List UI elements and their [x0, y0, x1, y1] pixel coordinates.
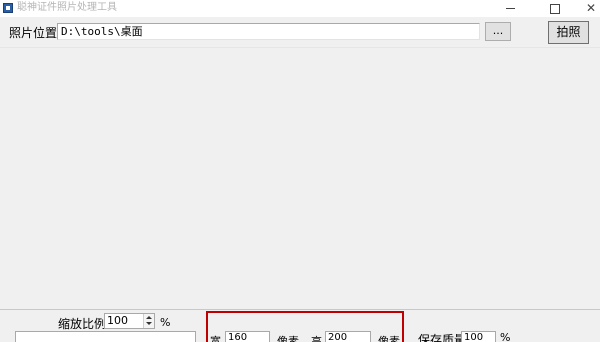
browse-button[interactable]: ... — [485, 22, 511, 41]
height-input[interactable]: 200 — [325, 331, 371, 342]
save-quality-unit: % — [500, 331, 511, 342]
zoom-spin-buttons[interactable] — [143, 314, 154, 328]
capture-button[interactable]: 拍照 — [548, 21, 589, 44]
width-input[interactable]: 160 — [225, 331, 270, 342]
photo-path-input[interactable]: D:\tools\桌面 — [57, 23, 480, 40]
height-unit: 像素 — [378, 335, 400, 342]
photo-location-label: 照片位置 — [9, 26, 58, 40]
save-quality-input[interactable]: 100 — [461, 331, 496, 342]
spin-up-icon[interactable] — [146, 316, 152, 319]
zoom-label: 缩放比例 — [58, 317, 107, 331]
preview-divider — [0, 47, 600, 310]
maximize-button[interactable] — [537, 0, 573, 17]
width-label: 宽 — [210, 335, 221, 342]
window-title: 聪神证件照片处理工具 — [17, 2, 117, 13]
spin-down-icon[interactable] — [146, 322, 152, 325]
height-label: 高 — [311, 335, 322, 342]
close-icon: ✕ — [585, 1, 597, 15]
title-bar: 聪神证件照片处理工具 ✕ — [0, 0, 600, 17]
zoom-unit: % — [160, 316, 171, 329]
save-quality-label: 保存质量 — [418, 333, 467, 342]
zoom-spinbox[interactable]: 100 — [104, 313, 155, 329]
app-icon — [3, 3, 13, 13]
width-unit: 像素 — [277, 335, 299, 342]
zoom-value: 100 — [107, 314, 128, 327]
minimize-button[interactable] — [492, 0, 528, 17]
close-button[interactable]: ✕ — [573, 0, 600, 17]
zoom-slider[interactable] — [15, 331, 196, 342]
